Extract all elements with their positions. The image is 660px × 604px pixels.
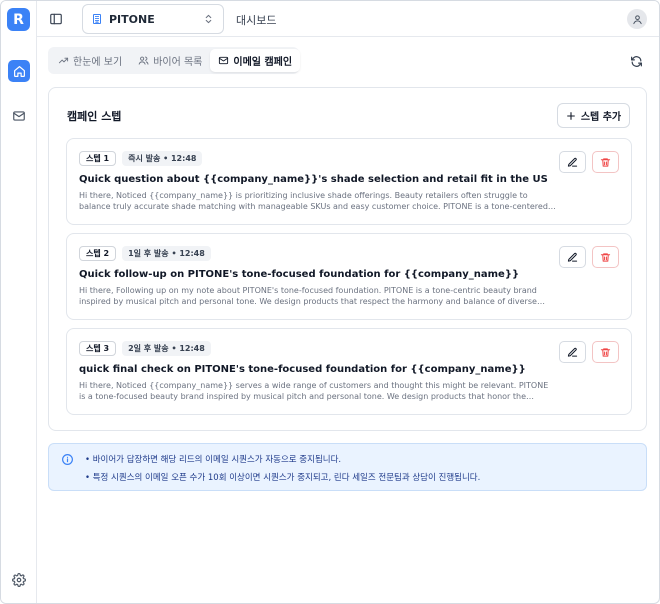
settings-button[interactable]	[12, 572, 26, 587]
users-icon	[138, 56, 149, 65]
tab-label: 이메일 캠페인	[233, 57, 293, 68]
mail-icon	[13, 111, 25, 121]
tab-overview[interactable]: 한눈에 보기	[50, 49, 130, 72]
app-logo[interactable]: R	[7, 8, 30, 31]
view-tabs: 한눈에 보기 바이어 목록 이메일 캠페인	[48, 47, 301, 74]
home-nav-button[interactable]	[8, 60, 30, 82]
mail-icon	[219, 56, 229, 65]
trend-icon	[58, 57, 69, 64]
step-badge: 스텝 1	[79, 151, 117, 166]
page-title: 대시보드	[236, 14, 277, 27]
plus-icon	[566, 111, 575, 120]
edit-icon	[567, 157, 578, 167]
edit-icon	[567, 252, 578, 262]
tab-email-campaign[interactable]: 이메일 캠페인	[210, 49, 301, 72]
notice-line: • 특정 시퀀스의 이메일 오픈 수가 10회 이상이면 시퀀스가 중지되고, …	[85, 473, 481, 483]
email-subject: quick final check on PITONE's tone-focus…	[79, 364, 526, 375]
sidebar-toggle-button[interactable]	[47, 10, 65, 28]
campaign-step-card: 스텝 3 2일 후 발송 • 12:48 quick final check o…	[66, 328, 632, 415]
info-icon	[62, 454, 73, 465]
building-icon	[93, 14, 101, 24]
edit-icon	[567, 347, 578, 357]
left-rail: R	[1, 1, 37, 603]
edit-step-button[interactable]	[559, 341, 586, 363]
app-window: R PITONE 대시보드 한눈에 보기 바이어 목록 이메일 캠페인 캠페인 …	[0, 0, 660, 604]
email-preview: Hi there, Noticed {{company_name}} is pr…	[79, 191, 548, 211]
email-subject: Quick question about {{company_name}}'s …	[79, 174, 548, 185]
email-preview: Hi there, Noticed {{company_name}} serve…	[79, 381, 549, 401]
step-badge: 스텝 3	[79, 341, 117, 356]
tab-buyer-list[interactable]: 바이어 목록	[130, 49, 210, 72]
notice-line: • 바이어가 답장하면 해당 리드의 이메일 시퀀스가 자동으로 중지됩니다.	[85, 455, 342, 465]
sidebar-toggle-icon	[50, 13, 62, 25]
campaign-step-card: 스텝 2 1일 후 발송 • 12:48 Quick follow-up on …	[66, 233, 632, 320]
edit-step-button[interactable]	[559, 246, 586, 268]
delete-step-button[interactable]	[592, 246, 619, 268]
email-subject: Quick follow-up on PITONE's tone-focused…	[79, 269, 520, 280]
send-timing-badge: 1일 후 발송 • 12:48	[122, 246, 211, 261]
mail-nav-button[interactable]	[8, 105, 30, 127]
campaign-step-card: 스텝 1 즉시 발송 • 12:48 Quick question about …	[66, 138, 632, 225]
section-title: 캠페인 스텝	[67, 110, 122, 123]
trash-icon	[600, 252, 611, 262]
organization-select[interactable]: PITONE	[82, 4, 224, 34]
refresh-icon	[630, 55, 642, 67]
add-step-label: 스텝 추가	[580, 112, 622, 123]
refresh-button[interactable]	[628, 53, 644, 69]
trash-icon	[600, 157, 611, 167]
send-timing-badge: 2일 후 발송 • 12:48	[122, 341, 211, 356]
edit-step-button[interactable]	[559, 151, 586, 173]
organization-name: PITONE	[109, 12, 155, 26]
trash-icon	[600, 347, 611, 357]
user-avatar-button[interactable]	[627, 9, 647, 29]
top-bar: PITONE 대시보드	[37, 1, 659, 37]
user-icon	[632, 14, 642, 24]
delete-step-button[interactable]	[592, 341, 619, 363]
step-badge: 스텝 2	[79, 246, 117, 261]
add-step-button[interactable]: 스텝 추가	[557, 103, 630, 128]
campaign-steps-card: 캠페인 스텝 스텝 추가 스텝 1 즉시 발송 • 12:48 Quick qu…	[48, 87, 647, 431]
tab-label: 한눈에 보기	[73, 57, 123, 68]
gear-icon	[12, 573, 26, 587]
tab-label: 바이어 목록	[153, 57, 203, 68]
delete-step-button[interactable]	[592, 151, 619, 173]
sequence-info-notice: • 바이어가 답장하면 해당 리드의 이메일 시퀀스가 자동으로 중지됩니다. …	[48, 443, 647, 491]
chevron-up-down-icon	[205, 14, 212, 24]
email-preview: Hi there, Following up on my note about …	[79, 286, 537, 306]
send-timing-badge: 즉시 발송 • 12:48	[122, 151, 203, 166]
home-icon	[13, 65, 25, 77]
